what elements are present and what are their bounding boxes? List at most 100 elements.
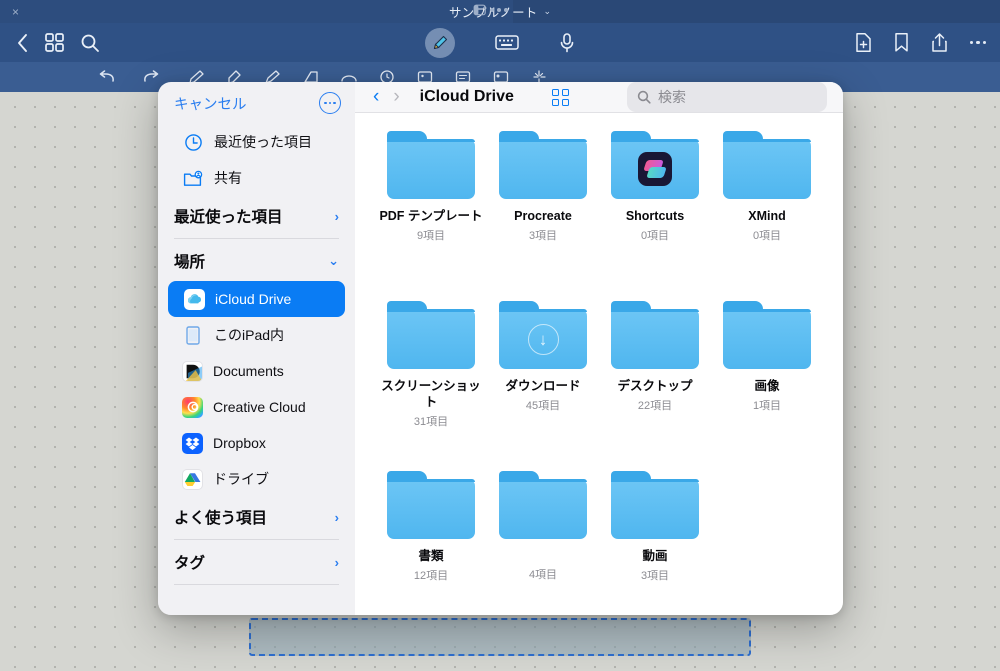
multitask-dot[interactable] [497,8,501,12]
undo-redo-group [98,70,160,84]
undo-icon[interactable] [98,70,118,84]
file-item[interactable]: 画像 1項目 [711,301,823,471]
file-item-count: 22項目 [637,400,673,412]
multitask-dot[interactable] [504,8,508,12]
file-item[interactable]: ↓ ダウンロード 45項目 [487,301,599,471]
split-view-icon[interactable] [473,3,487,17]
folder-icon: ↓ [499,301,587,369]
sidebar-item-recents-quick[interactable]: 最近使った項目 [166,124,347,160]
file-name: ダウンロード [505,379,581,393]
sidebar-item-label: 最近使った項目 [214,134,312,150]
sidebar-item-shared[interactable]: 共有 [166,160,347,196]
sidebar-item-label: Creative Cloud [213,399,306,415]
chevron-right-icon[interactable]: › [335,510,339,525]
sidebar-divider [174,539,339,540]
sidebar-item-label: ドライブ [213,471,269,487]
breadcrumb: iCloud Drive [419,88,514,105]
sidebar-item-label: 共有 [214,170,242,186]
ipad-icon [182,325,204,345]
file-name: 動画 [642,549,668,563]
icloud-icon [184,288,205,310]
search-input[interactable]: 検索 [627,82,827,112]
nav-forward-button[interactable]: › [393,86,399,108]
file-name: スクリーンショット [381,379,481,409]
file-item[interactable]: PDF テンプレート 9項目 [375,131,487,301]
share-icon[interactable] [931,32,948,53]
shared-folder-icon [182,170,204,187]
nav-right-group [855,23,986,62]
folder-icon [499,131,587,199]
files-header-bar: ‹ › iCloud Drive 検索 [355,82,843,113]
file-name: Shortcuts [625,209,685,223]
redo-icon[interactable] [140,70,160,84]
sidebar-item-dropbox[interactable]: Dropbox [166,425,347,461]
file-item-count: 9項目 [416,230,446,242]
file-item-count: 4項目 [528,569,558,581]
add-page-icon[interactable] [855,32,872,53]
microphone-icon[interactable] [559,32,575,54]
file-name: デスクトップ [617,379,693,393]
dropbox-icon [182,432,203,454]
folder-icon [723,131,811,199]
folder-icon [499,471,587,539]
file-item[interactable]: スクリーンショット 31項目 [375,301,487,471]
sidebar-item-icloud-drive[interactable]: iCloud Drive [168,281,345,317]
chevron-down-icon[interactable]: ⌄ [328,253,339,269]
sidebar-section-recents[interactable]: 最近使った項目 › [158,196,355,236]
shortcuts-badge-icon [638,152,672,186]
file-item[interactable]: 動画 3項目 [599,471,711,615]
close-icon[interactable]: × [12,6,19,18]
file-item-count: 0項目 [752,230,782,242]
search-placeholder: 検索 [658,89,686,105]
file-grid[interactable]: PDF テンプレート 9項目 Procreate 3項目 Shortcuts 0項目 XMi… [355,113,843,615]
file-item-count: 45項目 [525,400,561,412]
sidebar-item-documents[interactable]: Documents [166,353,347,389]
sidebar-item-creative-cloud[interactable]: Creative Cloud [166,389,347,425]
sidebar-item-this-ipad[interactable]: このiPad内 [166,317,347,353]
cancel-button[interactable]: キャンセル [174,93,247,114]
more-circle-icon[interactable] [319,92,341,114]
file-item[interactable]: Shortcuts 0項目 [599,131,711,301]
file-item[interactable]: XMind 0項目 [711,131,823,301]
folder-icon [387,471,475,539]
keyboard-icon[interactable] [495,34,519,51]
chevron-right-icon[interactable]: › [335,209,339,224]
file-item[interactable]: Procreate 3項目 [487,131,599,301]
pen-tool-icon[interactable] [425,27,455,58]
more-icon[interactable] [969,40,986,45]
sidebar-item-google-drive[interactable]: ドライブ [166,461,347,497]
folder-icon [611,301,699,369]
search-icon [637,90,651,104]
file-item-count: 1項目 [752,400,782,412]
nav-center-group [0,23,1000,62]
file-item[interactable]: デスクトップ 22項目 [599,301,711,471]
sidebar-section-label: タグ [174,555,206,572]
file-item[interactable]: 4項目 [487,471,599,615]
sidebar-divider [174,584,339,585]
sidebar-item-label: このiPad内 [214,327,285,343]
bookmark-icon[interactable] [894,32,909,53]
sidebar-item-label: iCloud Drive [215,291,292,307]
sidebar-item-label: Documents [213,363,284,379]
sidebar-section-label: よく使う項目 [174,510,268,527]
chevron-right-icon[interactable]: › [335,555,339,570]
sidebar-section-tags[interactable]: タグ › [158,542,355,582]
google-drive-icon [182,468,203,490]
sidebar-section-label: 場所 [174,254,206,271]
grid-view-icon[interactable] [551,88,569,106]
multitask-dot[interactable] [490,8,494,12]
file-item-count: 3項目 [528,230,558,242]
nav-back-button[interactable]: ‹ [373,86,379,108]
folder-icon [723,301,811,369]
files-content-pane: ‹ › iCloud Drive 検索 PDF テンプレート 9項目 Procrea… [355,82,843,615]
multitasking-controls[interactable] [473,3,508,17]
file-item-count: 31項目 [413,416,449,428]
sidebar-divider [174,238,339,239]
sidebar-item-label: Dropbox [213,435,266,451]
sidebar-section-locations[interactable]: 場所 ⌄ [158,241,355,281]
file-name: Procreate [514,209,572,223]
sidebar-section-favorites[interactable]: よく使う項目 › [158,497,355,537]
file-item[interactable]: 書類 12項目 [375,471,487,615]
folder-icon [611,471,699,539]
canvas-selection[interactable] [249,618,751,656]
